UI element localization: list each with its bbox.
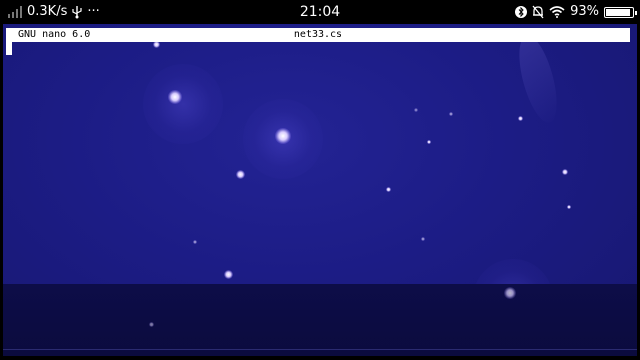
wallpaper-star <box>504 287 516 299</box>
text-cursor <box>6 42 12 55</box>
wallpaper-star <box>224 270 233 279</box>
battery-level-fill <box>606 8 631 16</box>
wallpaper-streak <box>511 31 565 127</box>
wallpaper-star <box>153 41 160 48</box>
wallpaper-star <box>562 169 568 175</box>
wallpaper-star <box>518 116 523 121</box>
wallpaper-star <box>149 322 154 327</box>
wallpaper-star <box>414 108 418 112</box>
wallpaper-star <box>275 128 291 144</box>
battery-icon <box>604 6 637 18</box>
wallpaper-star <box>427 140 431 144</box>
bluetooth-icon <box>515 5 528 19</box>
battery-percent: 93% <box>570 4 599 19</box>
terminal-bottom-line <box>3 349 637 350</box>
terminal-viewport[interactable] <box>3 24 637 356</box>
wifi-icon <box>549 6 565 18</box>
wallpaper-star <box>421 237 425 241</box>
terminal-lower-band <box>3 284 637 356</box>
status-bar: 0.3K/s ··· 21:04 93% <box>0 0 640 24</box>
wallpaper-star <box>449 112 453 116</box>
nano-title-bar: GNU nano 6.0 net33.cs <box>6 28 630 42</box>
nano-filename: net33.cs <box>293 29 343 40</box>
wallpaper-star <box>168 90 182 104</box>
status-bar-right: 93% <box>515 0 637 24</box>
wallpaper-glow <box>143 64 223 144</box>
phone-screen: 0.3K/s ··· 21:04 93% GNU nano 6.0 net33.… <box>0 0 640 360</box>
wallpaper-star <box>386 187 391 192</box>
wallpaper-star <box>567 205 571 209</box>
wallpaper-star <box>193 240 197 244</box>
alarm-off-icon <box>532 5 544 19</box>
wallpaper-star <box>236 170 245 179</box>
